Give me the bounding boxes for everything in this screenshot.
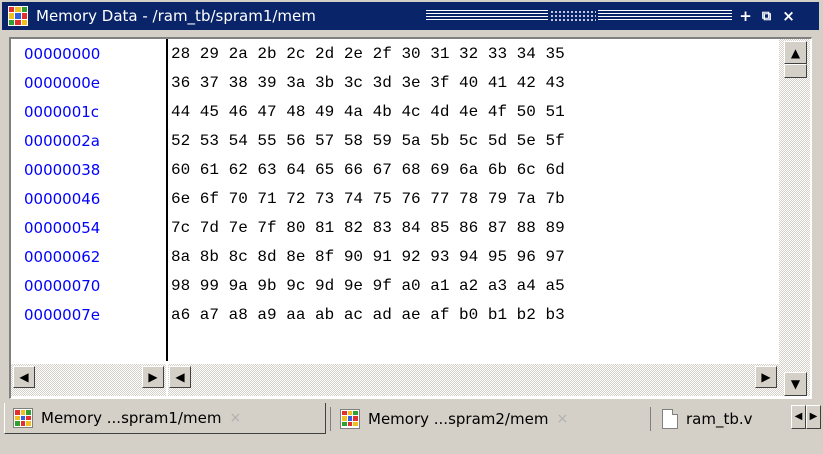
memory-tab-icon: [340, 408, 360, 429]
memory-content-pane: 00000000 0000000e 0000001c 0000002a 00000038…: [9, 37, 812, 399]
memory-data-window: Memory Data - /ram_tb/spram1/mem + ⧉ × 0…: [0, 0, 823, 403]
memory-bytes[interactable]: 44 45 46 47 48 49 4a 4b 4c 4d 4e 4f 50 5…: [171, 101, 565, 124]
data-scroll-right-button[interactable]: ▶: [755, 366, 777, 388]
memory-bytes[interactable]: 28 29 2a 2b 2c 2d 2e 2f 30 31 32 33 34 3…: [171, 43, 565, 66]
document-tab-strip: Memory ...spram1/mem × Memory ...spram2/…: [0, 403, 823, 454]
title-bar[interactable]: Memory Data - /ram_tb/spram1/mem + ⧉ ×: [2, 2, 819, 30]
memory-address[interactable]: 00000054: [24, 217, 100, 240]
close-icon[interactable]: ×: [780, 8, 797, 25]
title-grip-dots[interactable]: [550, 10, 596, 22]
left-arrow-icon: ◀: [794, 411, 803, 422]
tab-label: ram_tb.v: [686, 409, 753, 428]
tab-ram-tb-v[interactable]: ram_tb.v: [652, 403, 790, 434]
title-grip-left: [426, 10, 548, 22]
data-horizontal-scrollbar[interactable]: ◀ ▶: [168, 364, 779, 396]
tab-divider: [650, 407, 651, 431]
address-scroll-left-button[interactable]: ◀: [13, 366, 35, 388]
down-arrow-icon: ▼: [790, 377, 801, 391]
tab-memory-spram2[interactable]: Memory ...spram2/mem ×: [332, 403, 648, 434]
address-column: 00000000 0000000e 0000001c 0000002a 00000038…: [11, 39, 166, 361]
scroll-up-button[interactable]: ▲: [784, 41, 807, 64]
up-arrow-icon: ▲: [790, 45, 801, 60]
memory-address[interactable]: 00000070: [24, 275, 100, 298]
scroll-down-button[interactable]: ▼: [784, 372, 807, 396]
tab-memory-spram1[interactable]: Memory ...spram1/mem ×: [4, 403, 326, 434]
memory-address[interactable]: 0000001c: [24, 101, 99, 124]
right-arrow-icon: ▶: [148, 370, 158, 384]
close-icon[interactable]: ×: [556, 411, 568, 427]
data-column: 28 29 2a 2b 2c 2d 2e 2f 30 31 32 33 34 3…: [168, 39, 779, 361]
left-arrow-icon: ◀: [175, 370, 185, 384]
left-arrow-icon: ◀: [19, 370, 29, 384]
tab-scroll-right-button[interactable]: ▶: [806, 405, 821, 429]
tab-label: Memory ...spram2/mem: [368, 409, 549, 428]
title-grip-right: [598, 10, 732, 22]
address-horizontal-scrollbar[interactable]: ◀ ▶: [11, 364, 166, 396]
memory-address[interactable]: 00000062: [24, 246, 100, 269]
memory-bytes[interactable]: 8a 8b 8c 8d 8e 8f 90 91 92 93 94 95 96 9…: [171, 246, 565, 269]
memory-bytes[interactable]: a6 a7 a8 a9 aa ab ac ad ae af b0 b1 b2 b…: [171, 304, 565, 327]
memory-address[interactable]: 0000000e: [24, 72, 100, 95]
right-arrow-icon: ▶: [809, 411, 818, 422]
window-title: Memory Data - /ram_tb/spram1/mem: [36, 7, 316, 25]
memory-address[interactable]: 0000002a: [24, 130, 100, 153]
memory-address[interactable]: 00000046: [24, 188, 100, 211]
memory-address[interactable]: 00000038: [24, 159, 100, 182]
memory-bytes[interactable]: 6e 6f 70 71 72 73 74 75 76 77 78 79 7a 7…: [171, 188, 565, 211]
right-arrow-icon: ▶: [761, 370, 771, 384]
tab-label: Memory ...spram1/mem: [41, 409, 222, 427]
memory-window-icon: [8, 6, 28, 26]
memory-bytes[interactable]: 52 53 54 55 56 57 58 59 5a 5b 5c 5d 5e 5…: [171, 130, 565, 153]
close-icon[interactable]: ×: [229, 410, 241, 426]
vertical-scroll-thumb[interactable]: [784, 64, 807, 78]
memory-bytes[interactable]: 7c 7d 7e 7f 80 81 82 83 84 85 86 87 88 8…: [171, 217, 565, 240]
document-icon: [662, 408, 678, 429]
tab-scroll-left-button[interactable]: ◀: [791, 405, 806, 429]
memory-bytes[interactable]: 98 99 9a 9b 9c 9d 9e 9f a0 a1 a2 a3 a4 a…: [171, 275, 565, 298]
memory-bytes[interactable]: 60 61 62 63 64 65 66 67 68 69 6a 6b 6c 6…: [171, 159, 565, 182]
undock-icon[interactable]: ⧉: [758, 8, 775, 25]
data-scroll-left-button[interactable]: ◀: [169, 366, 191, 388]
address-scroll-right-button[interactable]: ▶: [142, 366, 164, 388]
maximize-icon[interactable]: +: [737, 8, 754, 25]
tab-divider: [330, 407, 331, 431]
vertical-scrollbar[interactable]: ▲ ▼: [779, 39, 810, 396]
memory-address[interactable]: 0000007e: [24, 304, 100, 327]
memory-address[interactable]: 00000000: [24, 43, 100, 66]
memory-tab-icon: [13, 408, 33, 428]
memory-bytes[interactable]: 36 37 38 39 3a 3b 3c 3d 3e 3f 40 41 42 4…: [171, 72, 565, 95]
